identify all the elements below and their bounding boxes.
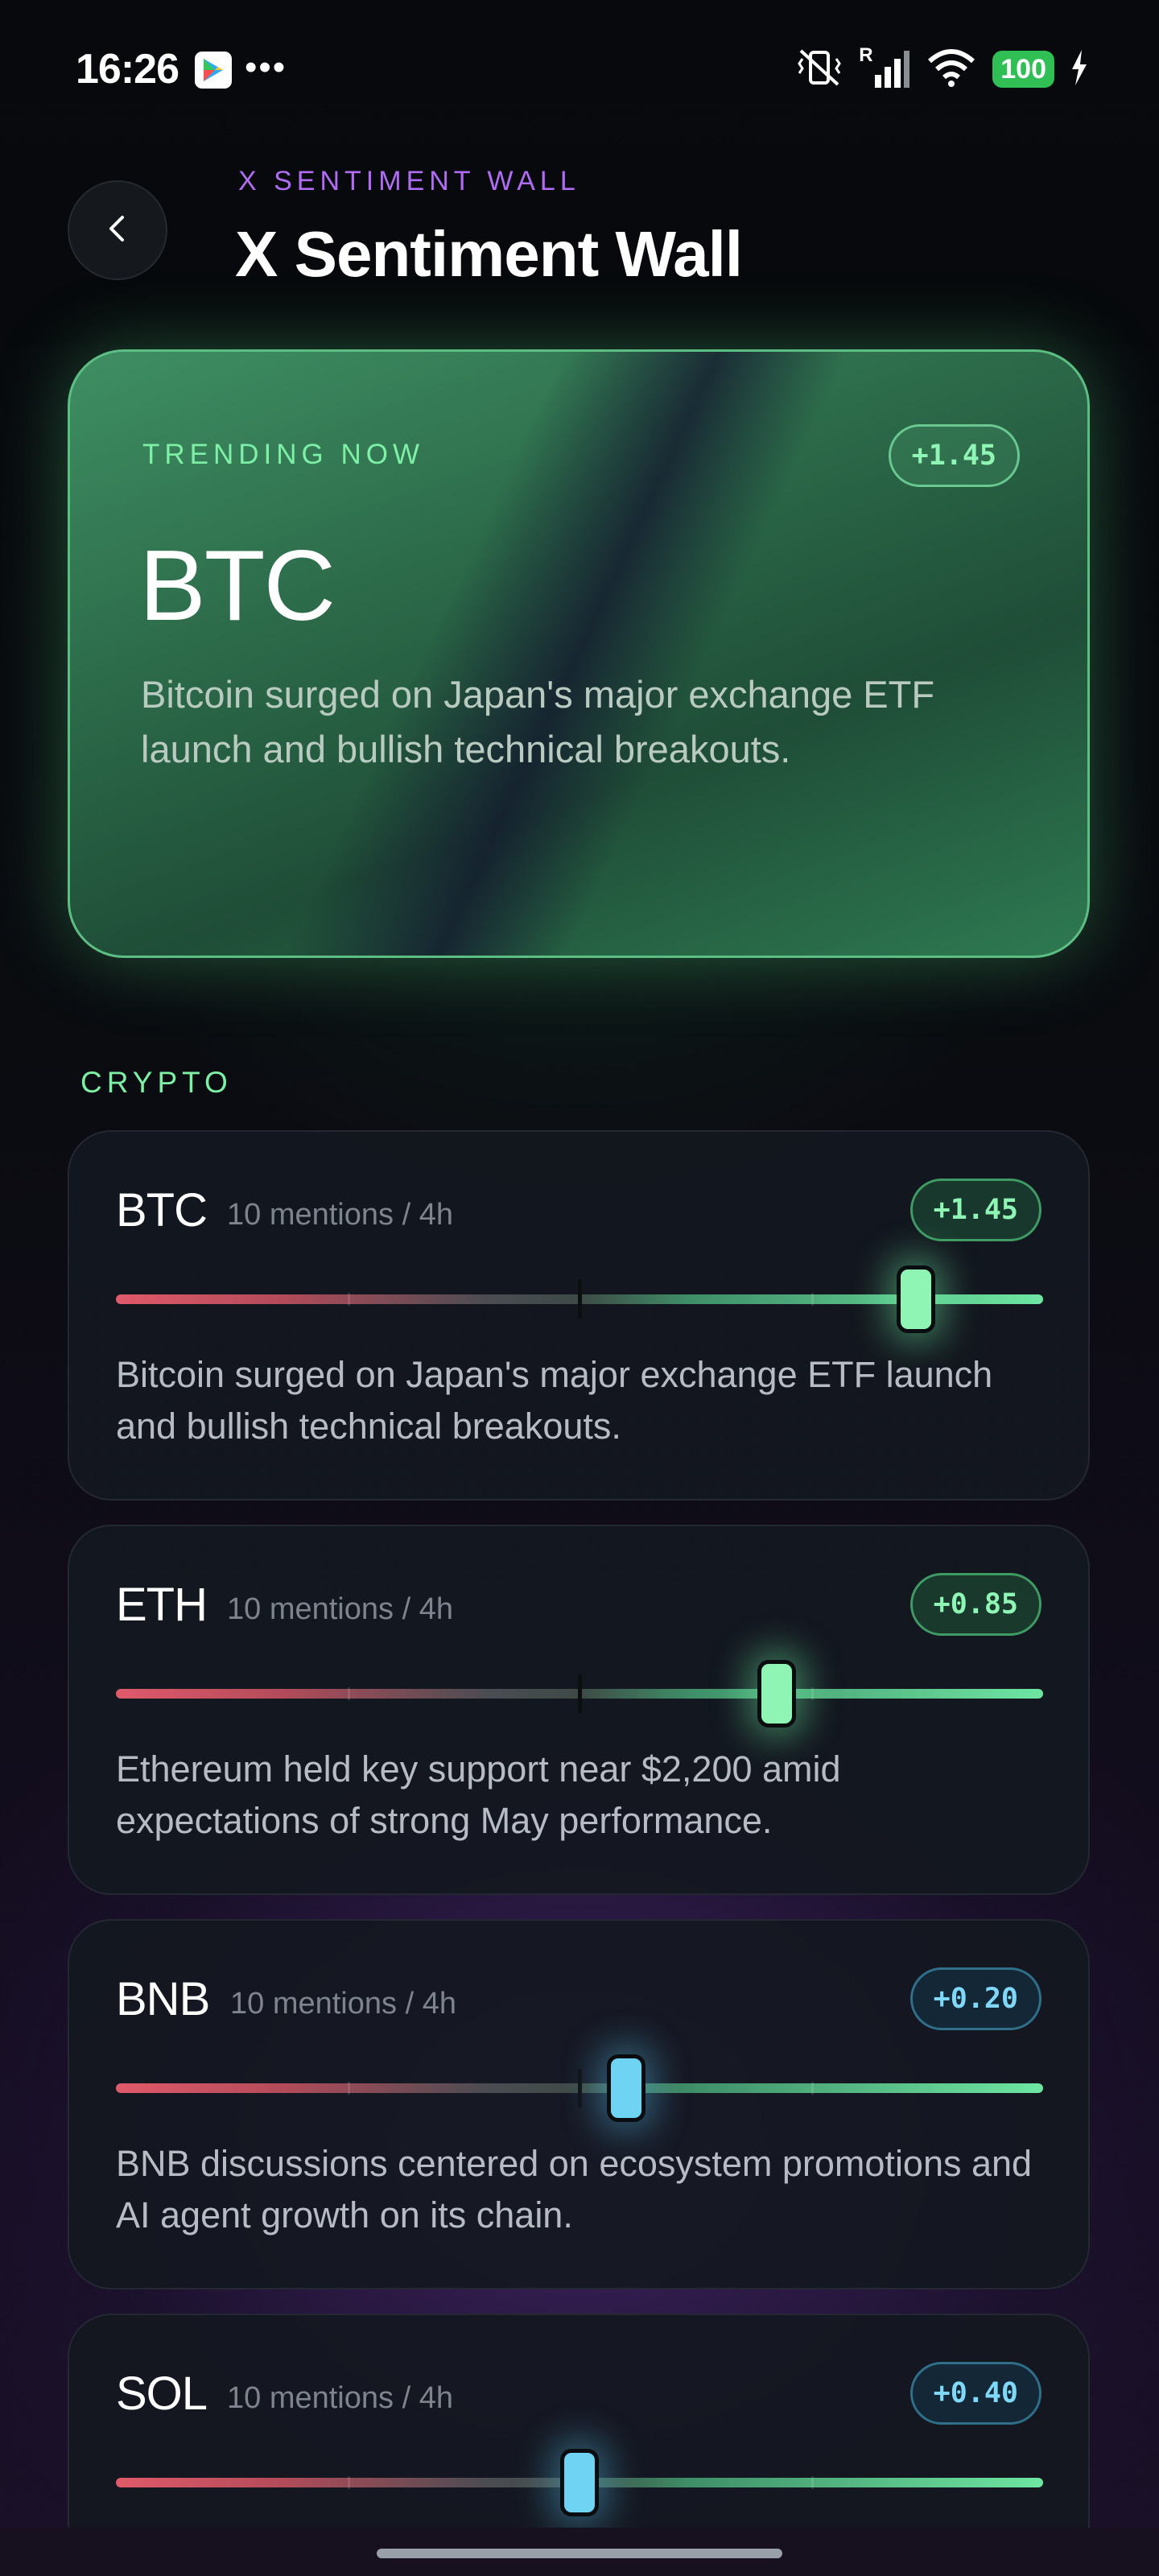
slider-tick (348, 1293, 350, 1306)
card-description: Ethereum held key support near $2,200 am… (116, 1748, 841, 1841)
card-sentiment-slider (116, 1265, 1043, 1333)
slider-tick (348, 2082, 350, 2095)
card-mentions: 10 mentions / 4h (230, 1987, 456, 2021)
slider-tick (811, 1687, 814, 1700)
card-mentions: 10 mentions / 4h (227, 1198, 453, 1232)
card-description: Bitcoin surged on Japan's major exchange… (116, 1354, 993, 1447)
status-bar: 16:26 ••• R 100 (0, 0, 1159, 145)
card-score-badge: +0.85 (909, 1573, 1041, 1636)
slider-thumb (757, 1660, 796, 1728)
trending-description: Bitcoin surged on Japan's major exchange… (141, 673, 935, 770)
card-sentiment-slider (116, 2449, 1043, 2516)
card-ticker: BNB (116, 1973, 210, 2025)
back-button[interactable] (68, 180, 167, 280)
play-store-icon (195, 52, 232, 89)
chevron-left-icon (101, 213, 134, 249)
charging-icon (1070, 49, 1088, 89)
card-score-badge: +0.40 (909, 2362, 1041, 2425)
status-icons: R 100 (796, 44, 1088, 93)
home-indicator[interactable] (377, 2549, 782, 2558)
crypto-card-bnb[interactable]: BNB 10 mentions / 4h +0.20 BNB discussio… (68, 1919, 1090, 2289)
slider-tick (811, 2476, 814, 2489)
card-mentions: 10 mentions / 4h (227, 2381, 453, 2415)
page-title: X Sentiment Wall (235, 218, 743, 290)
slider-center-mark (578, 2069, 582, 2107)
trending-card[interactable]: TRENDING NOW +1.45 BTC Bitcoin surged on… (68, 349, 1090, 958)
wifi-icon (926, 48, 976, 91)
card-sentiment-slider (116, 2054, 1043, 2122)
card-score-badge: +1.45 (909, 1179, 1041, 1241)
slider-thumb (607, 2054, 645, 2122)
crypto-card-eth[interactable]: ETH 10 mentions / 4h +0.85 Ethereum held… (68, 1525, 1090, 1895)
battery-indicator: 100 (992, 51, 1054, 88)
trending-kicker: TRENDING NOW (142, 439, 425, 470)
slider-center-mark (578, 1280, 582, 1319)
card-ticker: BTC (116, 1184, 208, 1236)
card-sentiment-slider (116, 1660, 1043, 1728)
slider-center-mark (578, 1674, 582, 1713)
slider-tick (348, 1687, 350, 1700)
card-mentions: 10 mentions / 4h (227, 1592, 453, 1626)
trending-score-badge: +1.45 (888, 424, 1020, 487)
slider-tick (811, 2082, 814, 2095)
card-description: BNB discussions centered on ecosystem pr… (116, 2143, 1033, 2235)
status-time: 16:26 (76, 46, 179, 93)
slider-tick (811, 1293, 814, 1306)
signal-icon: R (859, 44, 910, 91)
header-kicker: X SENTIMENT WALL (238, 166, 580, 196)
card-ticker: SOL (116, 2368, 208, 2420)
card-score-badge: +0.20 (909, 1967, 1041, 2030)
crypto-card-btc[interactable]: BTC 10 mentions / 4h +1.45 Bitcoin surge… (68, 1130, 1090, 1501)
section-title-crypto: CRYPTO (80, 1066, 233, 1099)
slider-tick (348, 2476, 350, 2489)
trending-ticker: BTC (139, 530, 336, 642)
slider-thumb (560, 2449, 599, 2516)
slider-thumb (897, 1265, 935, 1333)
card-ticker: ETH (116, 1579, 208, 1631)
more-dots-icon: ••• (245, 47, 287, 87)
vibrate-mute-icon (796, 47, 843, 92)
